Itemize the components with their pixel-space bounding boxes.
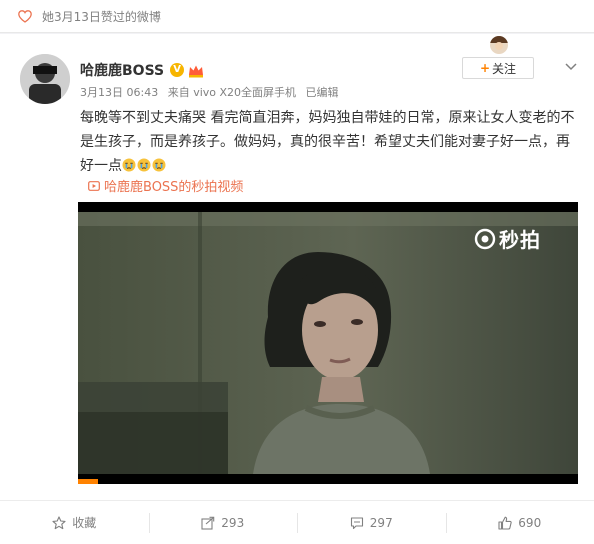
video-player[interactable]: 秒拍: [78, 202, 578, 484]
like-count: 690: [518, 515, 542, 530]
crying-emoji-icon: [137, 158, 151, 172]
post-meta: 3月13日 06:43 来自 vivo X20全面屏手机 已编辑: [80, 84, 345, 100]
comment-button[interactable]: 297: [297, 501, 446, 544]
liked-activity-bar: 她3月13日赞过的微博: [0, 0, 594, 33]
like-button[interactable]: 690: [445, 501, 594, 544]
follower-avatar: [490, 36, 508, 54]
follow-label: 关注: [492, 61, 517, 76]
author-avatar[interactable]: [20, 54, 70, 104]
video-link[interactable]: 哈鹿鹿BOSS的秒拍视频: [88, 176, 243, 195]
follow-button[interactable]: + 关注: [462, 57, 534, 79]
repost-button[interactable]: 293: [148, 501, 298, 544]
miaopai-logo-icon: [474, 228, 496, 249]
heart-outline-icon: [18, 9, 32, 23]
miaopai-watermark: 秒拍: [474, 224, 541, 253]
repost-count: 293: [221, 515, 245, 530]
post-text: 每晚等不到丈夫痛哭 看完简直泪奔，妈妈独自带娃的日常，原来让女人变老的不是生孩子…: [80, 106, 580, 178]
liked-activity-text: 她3月13日赞过的微博: [42, 9, 161, 24]
crying-emoji-icon: [122, 158, 136, 172]
miaopai-text: 秒拍: [499, 228, 541, 252]
share-icon: [201, 516, 215, 530]
author-name[interactable]: 哈鹿鹿BOSS: [80, 60, 164, 80]
author-name-row: 哈鹿鹿BOSS V: [80, 60, 204, 80]
star-icon: [52, 515, 66, 529]
thumbs-up-icon: [498, 516, 512, 530]
video-progress-bar[interactable]: [78, 479, 98, 484]
video-link-icon: [88, 180, 100, 191]
post-source: 来自 vivo X20全面屏手机: [167, 86, 297, 99]
comment-icon: [350, 516, 363, 529]
emoji-row: [122, 158, 167, 174]
action-bar: 收藏 293 297 690: [0, 500, 594, 544]
crown-badge-icon[interactable]: [188, 63, 204, 78]
chevron-down-icon[interactable]: [565, 56, 577, 71]
favorite-button[interactable]: 收藏: [0, 501, 149, 544]
edited-label[interactable]: 已编辑: [306, 86, 339, 99]
post-date[interactable]: 3月13日 06:43: [80, 86, 158, 99]
comment-count: 297: [369, 515, 393, 530]
follow-plus: +: [479, 61, 491, 75]
crying-emoji-icon: [152, 158, 166, 172]
video-link-text: 哈鹿鹿BOSS的秒拍视频: [104, 180, 244, 195]
vip-v-badge-icon[interactable]: V: [170, 63, 185, 77]
weibo-post-card: 哈鹿鹿BOSS V 3月13日 06:43 来自 vivo X20全面屏手机 已…: [0, 34, 594, 544]
favorite-label: 收藏: [72, 516, 97, 530]
